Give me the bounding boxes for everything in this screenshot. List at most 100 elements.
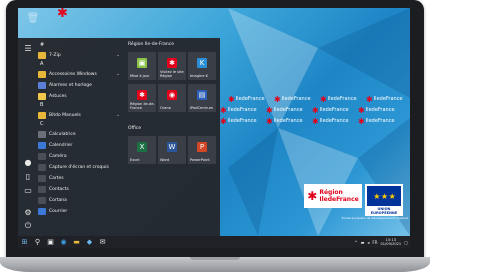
app-list-label: Caméra	[49, 153, 67, 159]
start-tile[interactable]: ▣ Mise à jour	[128, 52, 156, 80]
app-list: #7-Zip ⌄ A Accessoires Windows ⌄ Alarmes et h…	[38, 38, 126, 236]
eu-flag-icon: ★ ★ ★	[367, 186, 401, 206]
app-list-letter[interactable]: #	[40, 42, 44, 48]
eu-logo-card: ★ ★ ★ UNION EUROPÉENNE	[365, 184, 403, 216]
tile-label: iPadCentrum	[190, 106, 214, 110]
k-icon: K	[197, 58, 207, 68]
app-list-item[interactable]: Cartes	[38, 173, 126, 183]
power-icon[interactable]: ⏻	[22, 220, 34, 232]
eu-label: UNION EUROPÉENNE	[370, 207, 398, 215]
banner-logo: ✱ IledeFrance	[320, 94, 357, 104]
app-list-label: Cortana	[49, 197, 67, 203]
clock[interactable]: 15:13 01/09/2021	[381, 238, 402, 246]
start-tile[interactable]: K Imagine K	[188, 52, 216, 80]
calendar-icon	[38, 141, 46, 149]
star-icon: ✱	[137, 90, 147, 100]
app-list-item[interactable]: Cortana	[38, 195, 126, 205]
start-tile[interactable]: ✱ Région Ile-de-France	[128, 84, 156, 112]
app-list-item[interactable]: Capture d'écran et croquis	[38, 162, 126, 172]
banner-logo: ✱ IledeFrance	[358, 105, 395, 115]
cortana-icon	[38, 196, 46, 204]
app-list-item[interactable]: Astuces	[38, 91, 126, 101]
store-icon[interactable]: ◆	[83, 236, 96, 248]
maps-icon	[38, 174, 46, 182]
app-list-item[interactable]: Accessoires Windows ⌄	[38, 69, 126, 79]
app-list-item[interactable]: Calculatrice	[38, 129, 126, 139]
tile-group-title[interactable]: Office	[128, 126, 141, 131]
app-list-item[interactable]: Caméra	[38, 151, 126, 161]
tile-label: Imagine K	[190, 74, 209, 78]
user-icon[interactable]: ●	[22, 156, 34, 168]
start-tile[interactable]: P PowerPoint	[188, 136, 216, 164]
update-icon: ▣	[137, 58, 147, 68]
region-star-icon: ✱	[57, 8, 68, 21]
alarm-icon	[38, 81, 46, 89]
app-list-letter[interactable]: B	[40, 102, 43, 108]
banner-logo: ✱ IledeFrance	[220, 116, 257, 126]
edge-icon[interactable]: ◉	[57, 236, 70, 248]
app-list-item[interactable]: Courrier	[38, 206, 126, 216]
camera-icon	[38, 152, 46, 160]
mail-icon	[38, 207, 46, 215]
explorer-icon[interactable]: ▬	[70, 236, 83, 248]
region-star-icon: ✱	[307, 189, 318, 203]
app-list-label: Calculatrice	[49, 131, 76, 137]
start-tile[interactable]: W Word	[158, 136, 186, 164]
banner-logo: ✱ IledeFrance	[312, 105, 349, 115]
region-logo-card: ✱ Région IledeFrance	[304, 184, 362, 208]
banner-logo: ✱ IledeFrance	[228, 94, 265, 104]
start-tile[interactable]: ◉ Orane	[158, 84, 186, 112]
tile-group-title[interactable]: Région Ile-de-France	[128, 42, 174, 47]
banner-logo: ✱ IledeFrance	[274, 94, 311, 104]
chevron-down-icon: ⌄	[116, 112, 120, 118]
app-list-item[interactable]: Contacts	[38, 184, 126, 194]
app-list-item[interactable]: Calendrier	[38, 140, 126, 150]
folder-icon	[38, 51, 46, 59]
lightbulb-icon	[38, 92, 46, 100]
start-rail: ☰ ● ▯ ▭ ⚙ ⏻	[18, 38, 38, 236]
word-icon: W	[167, 142, 177, 152]
recycle-bin-icon[interactable]: 🗑	[24, 11, 42, 25]
settings-icon[interactable]: ⚙	[22, 206, 34, 218]
language-indicator[interactable]: FR	[372, 240, 377, 245]
laptop-notch	[190, 257, 240, 260]
ipad-icon: ▤	[197, 90, 207, 100]
app-list-item[interactable]: Alarmes et horloge	[38, 80, 126, 90]
volume-icon[interactable]: ◂	[367, 240, 369, 245]
document-icon[interactable]: ▯	[22, 170, 34, 182]
tile-label: Visitez le site Région	[160, 70, 184, 78]
banner-row: ✱ IledeFrance ✱ IledeFrance ✱ IledeFrance ✱…	[220, 105, 402, 115]
mail-icon[interactable]: ✉	[96, 236, 109, 248]
windows-start-icon[interactable]: ⊞	[18, 236, 31, 248]
banner-logo: ✱ IledeFrance	[266, 105, 303, 115]
pictures-icon[interactable]: ▭	[22, 184, 34, 196]
contacts-icon	[38, 185, 46, 193]
region-logo-text: Région IledeFrance	[319, 189, 359, 203]
notifications-icon[interactable]: ▢	[404, 240, 408, 245]
app-list-item[interactable]: Bitdo Manuels ⌄	[38, 110, 126, 120]
search-icon[interactable]: ⚲	[31, 236, 44, 248]
tile-label: Mise à jour	[130, 74, 150, 78]
banner-row: ✱ IledeFrance ✱ IledeFrance ✱ IledeFrance ✱…	[228, 94, 410, 104]
tile-label: PowerPoint	[190, 158, 210, 162]
app-list-letter[interactable]: C	[40, 121, 44, 127]
banner-logo: ✱ IledeFrance	[366, 94, 403, 104]
calculator-icon	[38, 130, 46, 138]
banner-row: ✱ IledeFrance ✱ IledeFrance ✱ IledeFrance ✱…	[220, 116, 402, 126]
start-tile[interactable]: ✱ Visitez le site Région	[158, 52, 186, 80]
hamburger-icon[interactable]: ☰	[22, 42, 34, 54]
start-tile[interactable]: ▤ iPadCentrum	[188, 84, 216, 112]
task-view-icon[interactable]: ▣	[44, 236, 57, 248]
tile-label: Excel	[130, 158, 140, 162]
chevron-up-icon[interactable]: ^	[354, 240, 357, 245]
start-tile[interactable]: X Excel	[128, 136, 156, 164]
app-list-letter[interactable]: A	[40, 61, 43, 67]
app-list-label: Courrier	[49, 208, 68, 214]
banner-logo: ✱ IledeFrance	[266, 116, 303, 126]
app-list-label: Calendrier	[49, 142, 73, 148]
app-list-label: Contacts	[49, 186, 69, 192]
app-list-label: Cartes	[49, 175, 64, 181]
network-icon[interactable]: ▬	[361, 240, 365, 245]
chevron-down-icon: ⌄	[116, 52, 120, 58]
app-list-item[interactable]: 7-Zip ⌄	[38, 50, 126, 60]
